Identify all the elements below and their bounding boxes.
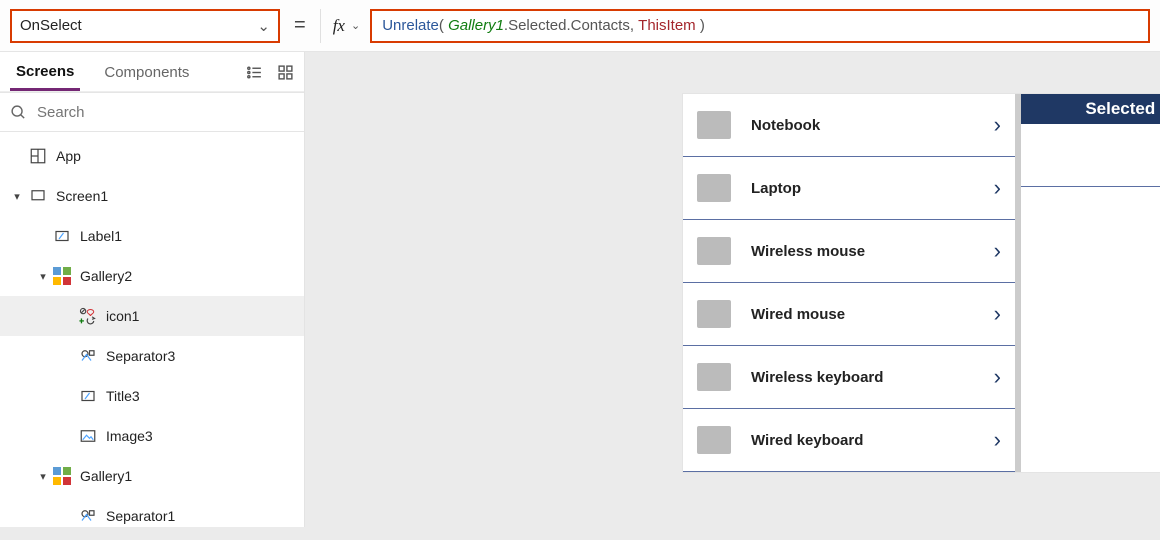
product-image [697, 363, 731, 391]
chevron-right-icon[interactable]: › [994, 364, 1001, 390]
tree: App ▾ Screen1 Label1 ▾ Gallery2 [0, 132, 304, 540]
tree-item-title3[interactable]: Title3 [0, 376, 304, 416]
separator-icon [78, 506, 98, 526]
image-icon [78, 426, 98, 446]
chevron-right-icon[interactable]: › [994, 175, 1001, 201]
tree-item-separator1[interactable]: Separator1 [0, 496, 304, 536]
label-icon [78, 386, 98, 406]
tree-item-icon1[interactable]: icon1 [0, 296, 304, 336]
list-item[interactable]: Laptop › [683, 157, 1015, 220]
product-image [697, 300, 731, 328]
list-item[interactable]: Wireless keyboard › [683, 346, 1015, 409]
tree-item-label: Gallery2 [80, 268, 132, 284]
tree-item-label: Separator3 [106, 348, 175, 364]
product-image [697, 174, 731, 202]
property-name: OnSelect [20, 17, 82, 34]
formula-chain: .Selected.Contacts [504, 17, 630, 34]
separator-icon [78, 346, 98, 366]
list-item[interactable]: Wired keyboard › [683, 409, 1015, 472]
tree-item-gallery1[interactable]: ▾ Gallery1 [0, 456, 304, 496]
chevron-down-icon: ⌄ [257, 17, 270, 35]
list-item[interactable]: Wireless mouse › [683, 220, 1015, 283]
chevron-right-icon[interactable]: › [994, 427, 1001, 453]
icon-control-icon [78, 306, 98, 326]
product-image [697, 111, 731, 139]
tree-item-label: icon1 [106, 308, 139, 324]
product-image [697, 237, 731, 265]
formula-ident: Gallery1 [448, 17, 504, 34]
app-icon [28, 146, 48, 166]
product-image [697, 426, 731, 454]
formula-input-wrap: fx ⌄ Unrelate( Gallery1.Selected.Contact… [320, 9, 1150, 43]
tree-item-screen1[interactable]: ▾ Screen1 [0, 176, 304, 216]
formula-thisitem: ThisItem [638, 17, 696, 34]
product-name: Notebook [751, 117, 820, 134]
tree-tabs: Screens Components [0, 52, 304, 92]
product-name: Wired mouse [751, 306, 845, 323]
close-paren: ) [696, 17, 705, 34]
tab-screens[interactable]: Screens [10, 59, 80, 91]
list-item[interactable]: Wired mouse › [683, 283, 1015, 346]
fx-icon[interactable]: fx [333, 16, 345, 36]
chevron-right-icon[interactable]: › [994, 301, 1001, 327]
tree-item-image3[interactable]: Image3 [0, 416, 304, 456]
tree-search[interactable] [0, 92, 304, 132]
tree-item-label: Title3 [106, 388, 140, 404]
tree-item-label: Screen1 [56, 188, 108, 204]
tree-item-label: Image3 [106, 428, 153, 444]
open-paren: ( [439, 17, 448, 34]
caret-down-icon[interactable]: ▾ [36, 470, 50, 483]
product-name: Laptop [751, 180, 801, 197]
chevron-right-icon[interactable]: › [994, 238, 1001, 264]
formula-input[interactable]: Unrelate( Gallery1.Selected.Contacts, Th… [370, 9, 1150, 43]
tree-item-label: Gallery1 [80, 468, 132, 484]
contacts-header: Selected Product Contacts [1021, 94, 1160, 124]
contacts-panel: Selected Product Contacts [1021, 94, 1160, 472]
list-collapse-icon[interactable] [246, 64, 263, 86]
chevron-down-icon[interactable]: ⌄ [351, 19, 360, 32]
equals-sign: = [294, 14, 306, 37]
formula-bar: OnSelect ⌄ = fx ⌄ Unrelate( Gallery1.Sel… [0, 0, 1160, 52]
product-gallery[interactable]: Notebook › Laptop › Wireless mouse › Wired … [683, 94, 1015, 472]
search-input[interactable] [37, 104, 294, 121]
gallery-icon [52, 466, 72, 486]
formula-func: Unrelate [382, 17, 439, 34]
canvas[interactable]: Notebook › Laptop › Wireless mouse › Wired … [305, 52, 1160, 527]
product-name: Wireless keyboard [751, 369, 883, 386]
tree-item-label: App [56, 148, 81, 164]
tree-item-label: Label1 [80, 228, 122, 244]
tree-item-gallery2[interactable]: ▾ Gallery2 [0, 256, 304, 296]
screen-icon [28, 186, 48, 206]
caret-down-icon[interactable]: ▾ [36, 270, 50, 283]
product-name: Wired keyboard [751, 432, 863, 449]
formula-sep: , [630, 17, 638, 34]
product-name: Wireless mouse [751, 243, 865, 260]
grid-view-icon[interactable] [277, 64, 294, 86]
gallery-icon [52, 266, 72, 286]
list-item[interactable]: Notebook › [683, 94, 1015, 157]
tree-view-pane: Screens Components App [0, 52, 305, 527]
tree-item-label1[interactable]: Label1 [0, 216, 304, 256]
tree-item-label: Separator1 [106, 508, 175, 524]
tab-components[interactable]: Components [98, 60, 195, 89]
tree-item-app[interactable]: App [0, 136, 304, 176]
label-icon [52, 226, 72, 246]
caret-down-icon[interactable]: ▾ [10, 190, 24, 203]
contact-row[interactable] [1021, 124, 1160, 187]
search-icon [10, 104, 27, 121]
app-preview: Notebook › Laptop › Wireless mouse › Wired … [683, 94, 1160, 472]
tree-item-separator3[interactable]: Separator3 [0, 336, 304, 376]
property-selector[interactable]: OnSelect ⌄ [10, 9, 280, 43]
chevron-right-icon[interactable]: › [994, 112, 1001, 138]
